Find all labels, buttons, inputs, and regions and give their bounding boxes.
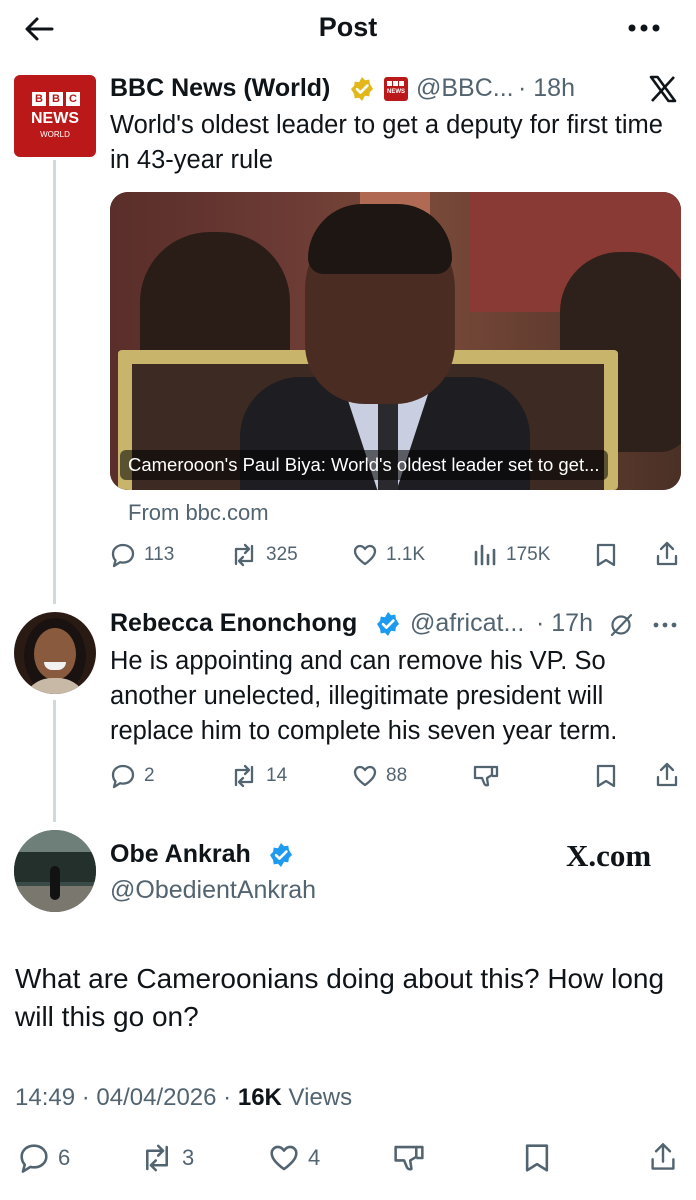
like-button[interactable]: 1.1K	[352, 542, 425, 568]
reply-count: 2	[144, 765, 155, 786]
bbc-display-name[interactable]: BBC News (World)	[110, 74, 330, 103]
avatar-letter: B	[32, 92, 46, 106]
bbc-tweet-text: World's oldest leader to get a deputy fo…	[110, 111, 663, 174]
repost-icon	[146, 1144, 168, 1172]
like-button[interactable]: 4	[268, 1142, 320, 1174]
views-label: Views	[288, 1084, 353, 1111]
tweet-timestamp[interactable]: 14:49 · 04/04/2026 ·	[15, 1084, 231, 1111]
reply-button[interactable]: 113	[110, 542, 174, 568]
reply-tweet-text: He is appointing and can remove his VP. …	[110, 647, 618, 745]
heart-icon	[353, 765, 377, 787]
reply-icon	[111, 543, 135, 568]
heart-icon	[270, 1145, 298, 1171]
bookmark-icon[interactable]	[522, 1142, 552, 1174]
repost-button[interactable]: 325	[230, 542, 298, 568]
avatar-letter: B	[49, 92, 63, 106]
share-icon[interactable]	[648, 1140, 678, 1174]
reply-icon	[20, 1144, 48, 1173]
obe-avatar[interactable]	[14, 830, 96, 912]
bookmark-icon[interactable]	[594, 542, 618, 568]
views-count: 16K	[237, 1084, 282, 1111]
reply-button[interactable]: 2	[110, 763, 155, 789]
more-options-icon[interactable]	[626, 20, 662, 36]
grok-icon[interactable]	[608, 612, 634, 638]
repost-count: 325	[266, 544, 298, 565]
thread-line	[53, 700, 56, 822]
obe-handle[interactable]: @ObedientAnkrah	[110, 876, 316, 905]
heart-icon	[353, 544, 377, 566]
bbc-time[interactable]: · 18h	[518, 74, 575, 103]
bbc-avatar[interactable]: B B C NEWS WORLD	[14, 75, 96, 157]
tweet-meta: 14:49 · 04/04/2026 · 16K Views	[15, 1084, 352, 1112]
rebecca-handle[interactable]: @africat...	[410, 609, 524, 638]
article-card-caption: Camerooon's Paul Biya: World's oldest le…	[120, 450, 608, 480]
bbc-handle[interactable]: @BBC...	[416, 74, 514, 103]
obe-display-name[interactable]: Obe Ankrah	[110, 840, 251, 869]
gold-verified-badge-icon	[349, 76, 375, 102]
like-button[interactable]: 88	[352, 763, 407, 789]
share-icon[interactable]	[654, 540, 680, 568]
reply-count: 113	[144, 544, 175, 565]
repost-count: 3	[182, 1145, 195, 1170]
views-count: 175K	[506, 544, 551, 565]
repost-icon	[234, 764, 254, 788]
like-count: 4	[308, 1145, 321, 1170]
xcom-watermark: X.com	[566, 838, 652, 873]
like-count: 1.1K	[386, 544, 426, 565]
bookmark-icon[interactable]	[594, 763, 618, 789]
article-card-image[interactable]: Camerooon's Paul Biya: World's oldest le…	[110, 192, 681, 490]
article-source-link[interactable]: From bbc.com	[128, 500, 269, 526]
bbc-affiliate-badge-icon: NEWS	[384, 77, 408, 101]
reply-icon	[111, 764, 135, 789]
repost-count: 14	[266, 765, 288, 786]
main-tweet-text: What are Cameroonians doing about this? …	[15, 963, 665, 1032]
avatar-news-text: NEWS	[31, 110, 79, 127]
blue-verified-badge-icon	[268, 842, 294, 868]
thread-line	[53, 160, 56, 604]
repost-icon	[234, 543, 254, 567]
x-logo-icon	[648, 74, 678, 104]
views-button[interactable]: 175K	[472, 542, 550, 568]
rebecca-avatar[interactable]	[14, 612, 96, 694]
dislike-icon[interactable]	[472, 763, 500, 789]
share-icon[interactable]	[654, 761, 680, 789]
rebecca-display-name[interactable]: Rebecca Enonchong	[110, 609, 357, 638]
like-count: 88	[386, 765, 408, 786]
rebecca-time[interactable]: · 17h	[536, 609, 593, 638]
repost-button[interactable]: 3	[140, 1142, 194, 1174]
blue-verified-badge-icon	[375, 611, 401, 637]
analytics-icon	[474, 544, 496, 566]
repost-button[interactable]: 14	[230, 763, 287, 789]
avatar-letter: C	[66, 92, 80, 106]
reply-count: 6	[58, 1145, 71, 1170]
avatar-world-text: WORLD	[40, 130, 70, 139]
page-title: Post	[318, 12, 378, 42]
dislike-icon[interactable]	[392, 1142, 426, 1174]
reply-more-icon[interactable]	[652, 620, 678, 630]
reply-button[interactable]: 6	[18, 1142, 70, 1174]
